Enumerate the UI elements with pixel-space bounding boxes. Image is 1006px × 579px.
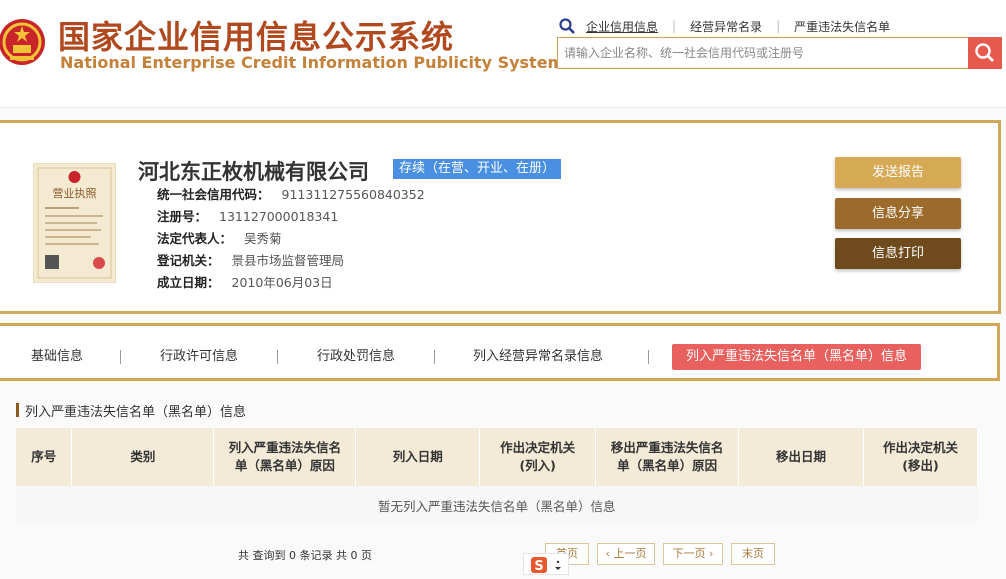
column-header: 作出决定机关 (移出) — [863, 428, 978, 486]
section-title-text: 列入严重违法失信名单（黑名单）信息 — [25, 404, 247, 420]
search-button[interactable] — [968, 37, 1002, 69]
field-row: 登记机关： 景县市场监督管理局 — [157, 251, 425, 273]
business-license-image: 营业执照 — [33, 163, 116, 283]
field-value: 景县市场监督管理局 — [231, 253, 345, 268]
tab-separator — [648, 350, 649, 364]
section-bar — [16, 403, 19, 417]
last-page-button[interactable]: 末页 — [731, 543, 775, 565]
nav-separator: | — [672, 19, 677, 33]
next-page-button[interactable]: 下一页 › — [663, 543, 723, 565]
search-box[interactable]: 请输入企业名称、统一社会信用代码或注册号 — [557, 37, 1002, 69]
site-title: 国家企业信用信息公示系统 — [58, 18, 455, 56]
field-label: 注册号： — [157, 209, 208, 224]
site-title-en: National Enterprise Credit Information P… — [60, 53, 565, 72]
empty-message: 暂无列入严重违法失信名单（黑名单）信息 — [16, 486, 978, 524]
tab-separator — [277, 350, 278, 364]
tab-separator — [120, 350, 121, 364]
column-header: 作出决定机关 (列入) — [479, 428, 597, 486]
field-label: 登记机关： — [157, 253, 220, 268]
field-value: 2010年06月03日 — [231, 275, 333, 290]
field-row: 注册号： 131127000018341 — [157, 207, 425, 229]
column-header: 列入严重违法失信名 单（黑名单）原因 — [213, 428, 357, 486]
search-icon — [975, 43, 994, 62]
table-header-row: 序号 类别 列入严重违法失信名 单（黑名单）原因 列入日期 作出决定机关 (列入) … — [16, 428, 978, 486]
prev-page-button[interactable]: ‹ 上一页 — [597, 543, 655, 565]
status-badge: 存续（在营、开业、在册） — [393, 159, 562, 179]
table-row: 暂无列入严重违法失信名单（黑名单）信息 — [16, 486, 978, 524]
field-value: 吴秀菊 — [244, 231, 282, 246]
column-header: 列入日期 — [355, 428, 481, 486]
column-header: 序号 — [16, 428, 73, 486]
svg-text:S: S — [534, 559, 543, 574]
field-row: 统一社会信用代码： 911311275560840352 — [157, 185, 425, 207]
field-label: 成立日期： — [157, 275, 220, 290]
field-row: 成立日期： 2010年06月03日 — [157, 273, 425, 295]
field-label: 统一社会信用代码： — [157, 187, 270, 202]
pager-info: 共 查询到 0 条记录 共 0 页 — [238, 549, 372, 562]
link-abnormal-list[interactable]: 经营异常名录 — [686, 18, 766, 35]
tab-separator — [434, 350, 435, 364]
company-card: 营业执照 河北东正枚机械有限公司 存续（在营、开业、在册） 统一社会信用代码： 9… — [0, 120, 1001, 314]
field-value: 911311275560840352 — [281, 187, 425, 202]
info-tabs: 基础信息 行政许可信息 行政处罚信息 列入经营异常名录信息 列入严重违法失信名单… — [0, 323, 1000, 381]
company-name: 河北东正枚机械有限公司 — [138, 160, 369, 184]
section-title: 列入严重违法失信名单（黑名单）信息 — [16, 401, 247, 420]
field-row: 法定代表人： 吴秀菊 — [157, 229, 425, 251]
field-label: 法定代表人： — [157, 231, 233, 246]
search-input[interactable]: 请输入企业名称、统一社会信用代码或注册号 — [564, 44, 804, 61]
print-info-button[interactable]: 信息打印 — [835, 238, 961, 269]
tab-blacklist[interactable]: 列入严重违法失信名单（黑名单）信息 — [672, 344, 922, 370]
national-emblem-icon — [0, 19, 45, 65]
column-header: 移出严重违法失信名 单（黑名单）原因 — [595, 428, 740, 486]
column-header: 移出日期 — [738, 428, 864, 486]
top-nav: 企业信用信息 | 经营异常名录 | 严重违法失信名单 — [558, 16, 894, 36]
ime-logo-icon: S — [531, 557, 561, 574]
tab-admin-license[interactable]: 行政许可信息 — [160, 344, 238, 370]
column-header: 类别 — [71, 428, 215, 486]
search-icon — [559, 18, 575, 34]
ime-toolbar[interactable]: S — [523, 553, 569, 575]
nav-separator: | — [776, 19, 781, 33]
tab-admin-penalty[interactable]: 行政处罚信息 — [317, 344, 395, 370]
field-value: 131127000018341 — [219, 209, 339, 224]
blacklist-table: 序号 类别 列入严重违法失信名 单（黑名单）原因 列入日期 作出决定机关 (列入) … — [16, 428, 978, 524]
site-header: 国家企业信用信息公示系统 National Enterprise Credit … — [0, 0, 1006, 108]
share-info-button[interactable]: 信息分享 — [835, 198, 961, 229]
company-fields: 统一社会信用代码： 911311275560840352 注册号： 13112700… — [157, 185, 425, 295]
link-blacklist[interactable]: 严重违法失信名单 — [790, 18, 894, 35]
send-report-button[interactable]: 发送报告 — [835, 157, 961, 188]
tab-abnormal-list[interactable]: 列入经营异常名录信息 — [473, 344, 603, 370]
license-title: 营业执照 — [53, 186, 97, 200]
link-enterprise-credit[interactable]: 企业信用信息 — [582, 18, 662, 35]
tab-basic-info[interactable]: 基础信息 — [31, 344, 83, 370]
